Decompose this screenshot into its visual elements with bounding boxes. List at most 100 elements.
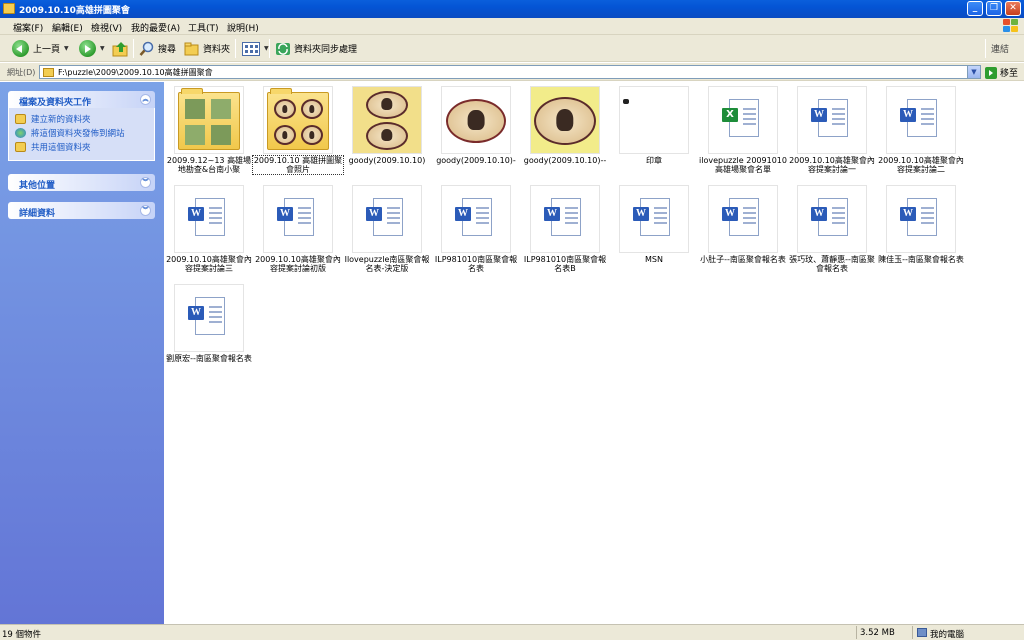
word-file-thumbnail: W xyxy=(797,86,867,154)
other-places-header[interactable]: 其他位置 ︾ xyxy=(8,174,155,191)
word-file-thumbnail: W xyxy=(530,185,600,253)
toolbar: 上一頁 ▼ ▼ 搜尋 資料夾 ▼ 資料夾同步處理 連結 xyxy=(0,35,1024,62)
word-file-thumbnail: W xyxy=(886,185,956,253)
expand-icon[interactable]: ︾ xyxy=(140,205,151,216)
menu-tools[interactable]: 工具(T) xyxy=(188,21,219,34)
folder-icon xyxy=(43,68,54,77)
task-share-folder[interactable]: 共用這個資料夾 xyxy=(15,140,154,154)
word-icon: W xyxy=(722,207,738,221)
word-file-thumbnail: W xyxy=(174,284,244,352)
minimize-button[interactable]: _ xyxy=(967,1,983,16)
menu-help[interactable]: 說明(H) xyxy=(227,21,259,34)
maximize-button[interactable]: ❐ xyxy=(986,1,1002,16)
word-icon: W xyxy=(455,207,471,221)
views-button[interactable]: ▼ xyxy=(242,39,269,58)
task-new-folder[interactable]: 建立新的資料夾 xyxy=(15,112,154,126)
folders-button[interactable]: 資料夾 xyxy=(184,39,230,58)
word-file-thumbnail: W xyxy=(886,86,956,154)
file-name: 2009.9.12~13 高雄場地勘查&台南小聚 xyxy=(166,156,252,174)
go-arrow-icon xyxy=(985,66,997,79)
details-header[interactable]: 詳細資料 ︾ xyxy=(8,202,155,219)
word-icon: W xyxy=(900,207,916,221)
window-title: 2009.10.10高雄拼圖聚會 xyxy=(19,6,130,16)
folder-stamps-thumbnail xyxy=(263,86,333,154)
word-file-thumbnail: W xyxy=(797,185,867,253)
word-file-thumbnail: W xyxy=(619,185,689,253)
back-button[interactable]: 上一頁 ▼ xyxy=(12,39,69,58)
word-icon: W xyxy=(633,207,649,221)
address-input[interactable]: F:\puzzle\2009\2009.10.10高雄拼圖聚會 ▼ xyxy=(39,65,981,79)
task-label: 建立新的資料夾 xyxy=(31,115,91,125)
back-label: 上一頁 xyxy=(33,45,61,55)
file-folder-tasks-panel: 檔案及資料夾工作 ︽ 建立新的資料夾 將這個資料夾發佈到網站 共用這個資料夾 xyxy=(8,91,155,161)
menu-edit[interactable]: 編輯(E) xyxy=(52,21,83,34)
go-button[interactable]: 移至 xyxy=(985,66,1018,79)
search-button[interactable]: 搜尋 xyxy=(139,39,176,58)
sync-label: 資料夾同步處理 xyxy=(294,45,358,55)
image-thumbnail xyxy=(530,86,600,154)
close-button[interactable]: ✕ xyxy=(1005,1,1021,16)
links-label: 連結 xyxy=(991,45,1010,55)
back-arrow-icon xyxy=(12,40,29,57)
up-folder-button[interactable] xyxy=(112,39,130,58)
file-name: 劉原宏--南區聚會報名表 xyxy=(166,354,252,363)
word-icon: W xyxy=(811,207,827,221)
word-file-thumbnail: W xyxy=(263,185,333,253)
total-size: 3.52 MB xyxy=(860,628,895,638)
menu-favorites[interactable]: 我的最愛(A) xyxy=(131,21,180,34)
file-folder-tasks-header[interactable]: 檔案及資料夾工作 ︽ xyxy=(8,91,155,108)
chevron-down-icon[interactable]: ▼ xyxy=(64,45,69,52)
image-thumbnail xyxy=(441,86,511,154)
file-name: goody(2009.10.10)- xyxy=(436,156,516,165)
file-name: 2009.10.10高雄聚會內容提案討論三 xyxy=(166,255,252,273)
excel-icon: X xyxy=(722,108,738,122)
location-label: 我的電腦 xyxy=(930,630,965,640)
panel-title: 詳細資料 xyxy=(19,209,56,219)
word-file-thumbnail: W xyxy=(174,185,244,253)
task-publish-web[interactable]: 將這個資料夾發佈到網站 xyxy=(15,126,154,140)
file-name: Ilovepuzzle南區聚會報名表-決定版 xyxy=(344,255,430,273)
file-name: 2009.10.10高雄聚會內容提案討論一 xyxy=(789,156,875,174)
expand-icon[interactable]: ︾ xyxy=(140,177,151,188)
file-name: ILP981010南區聚會報名表 xyxy=(434,255,518,273)
file-name: 小肚子--南區聚會報名表 xyxy=(700,255,786,264)
panel-title: 其他位置 xyxy=(19,181,56,191)
file-name: goody(2009.10.10)-- xyxy=(523,156,607,165)
file-name: 印章 xyxy=(646,156,662,165)
menu-file[interactable]: 檔案(F) xyxy=(13,21,43,34)
file-name: 2009.10.10 高雄拼圖聚會照片 xyxy=(252,155,344,175)
word-icon: W xyxy=(277,207,293,221)
my-computer-icon xyxy=(917,628,927,637)
menu-view[interactable]: 檢視(V) xyxy=(91,21,122,34)
word-icon: W xyxy=(188,207,204,221)
menu-bar: 檔案(F) 編輯(E) 檢視(V) 我的最愛(A) 工具(T) 說明(H) xyxy=(0,18,1024,35)
windows-logo-icon xyxy=(1003,19,1021,34)
image-thumbnail xyxy=(352,86,422,154)
collapse-icon[interactable]: ︽ xyxy=(140,94,151,105)
word-icon: W xyxy=(900,108,916,122)
address-label: 網址(D) xyxy=(7,68,36,77)
file-name: 2009.10.10高雄聚會內容提案討論初版 xyxy=(255,255,341,273)
file-name: 陳佳玉--南區聚會報名表 xyxy=(878,255,964,264)
task-pane: 檔案及資料夾工作 ︽ 建立新的資料夾 將這個資料夾發佈到網站 共用這個資料夾 其… xyxy=(0,82,164,624)
share-folder-icon xyxy=(15,142,26,152)
forward-button[interactable]: ▼ xyxy=(79,39,105,58)
chevron-down-icon[interactable]: ▼ xyxy=(967,66,980,78)
image-thumbnail xyxy=(619,86,689,154)
file-view[interactable]: 2009.9.12~13 高雄場地勘查&台南小聚 2009.10.10 高雄拼圖… xyxy=(164,82,1024,624)
folder-sync-button[interactable]: 資料夾同步處理 xyxy=(275,39,357,58)
file-name: goody(2009.10.10) xyxy=(348,156,426,165)
chevron-down-icon[interactable]: ▼ xyxy=(264,45,269,52)
task-label: 將這個資料夾發佈到網站 xyxy=(31,129,125,139)
links-button[interactable]: 連結 xyxy=(991,39,1009,58)
title-bar[interactable]: 2009.10.10高雄拼圖聚會 _ ❐ ✕ xyxy=(0,0,1024,18)
word-icon: W xyxy=(188,306,204,320)
other-places-panel: 其他位置 ︾ xyxy=(8,174,155,191)
up-folder-icon xyxy=(112,41,128,56)
chevron-down-icon[interactable]: ▼ xyxy=(100,45,105,52)
word-icon: W xyxy=(366,207,382,221)
forward-arrow-icon xyxy=(79,40,96,57)
new-folder-icon xyxy=(15,114,26,124)
search-icon xyxy=(139,41,154,56)
task-label: 共用這個資料夾 xyxy=(31,143,91,153)
